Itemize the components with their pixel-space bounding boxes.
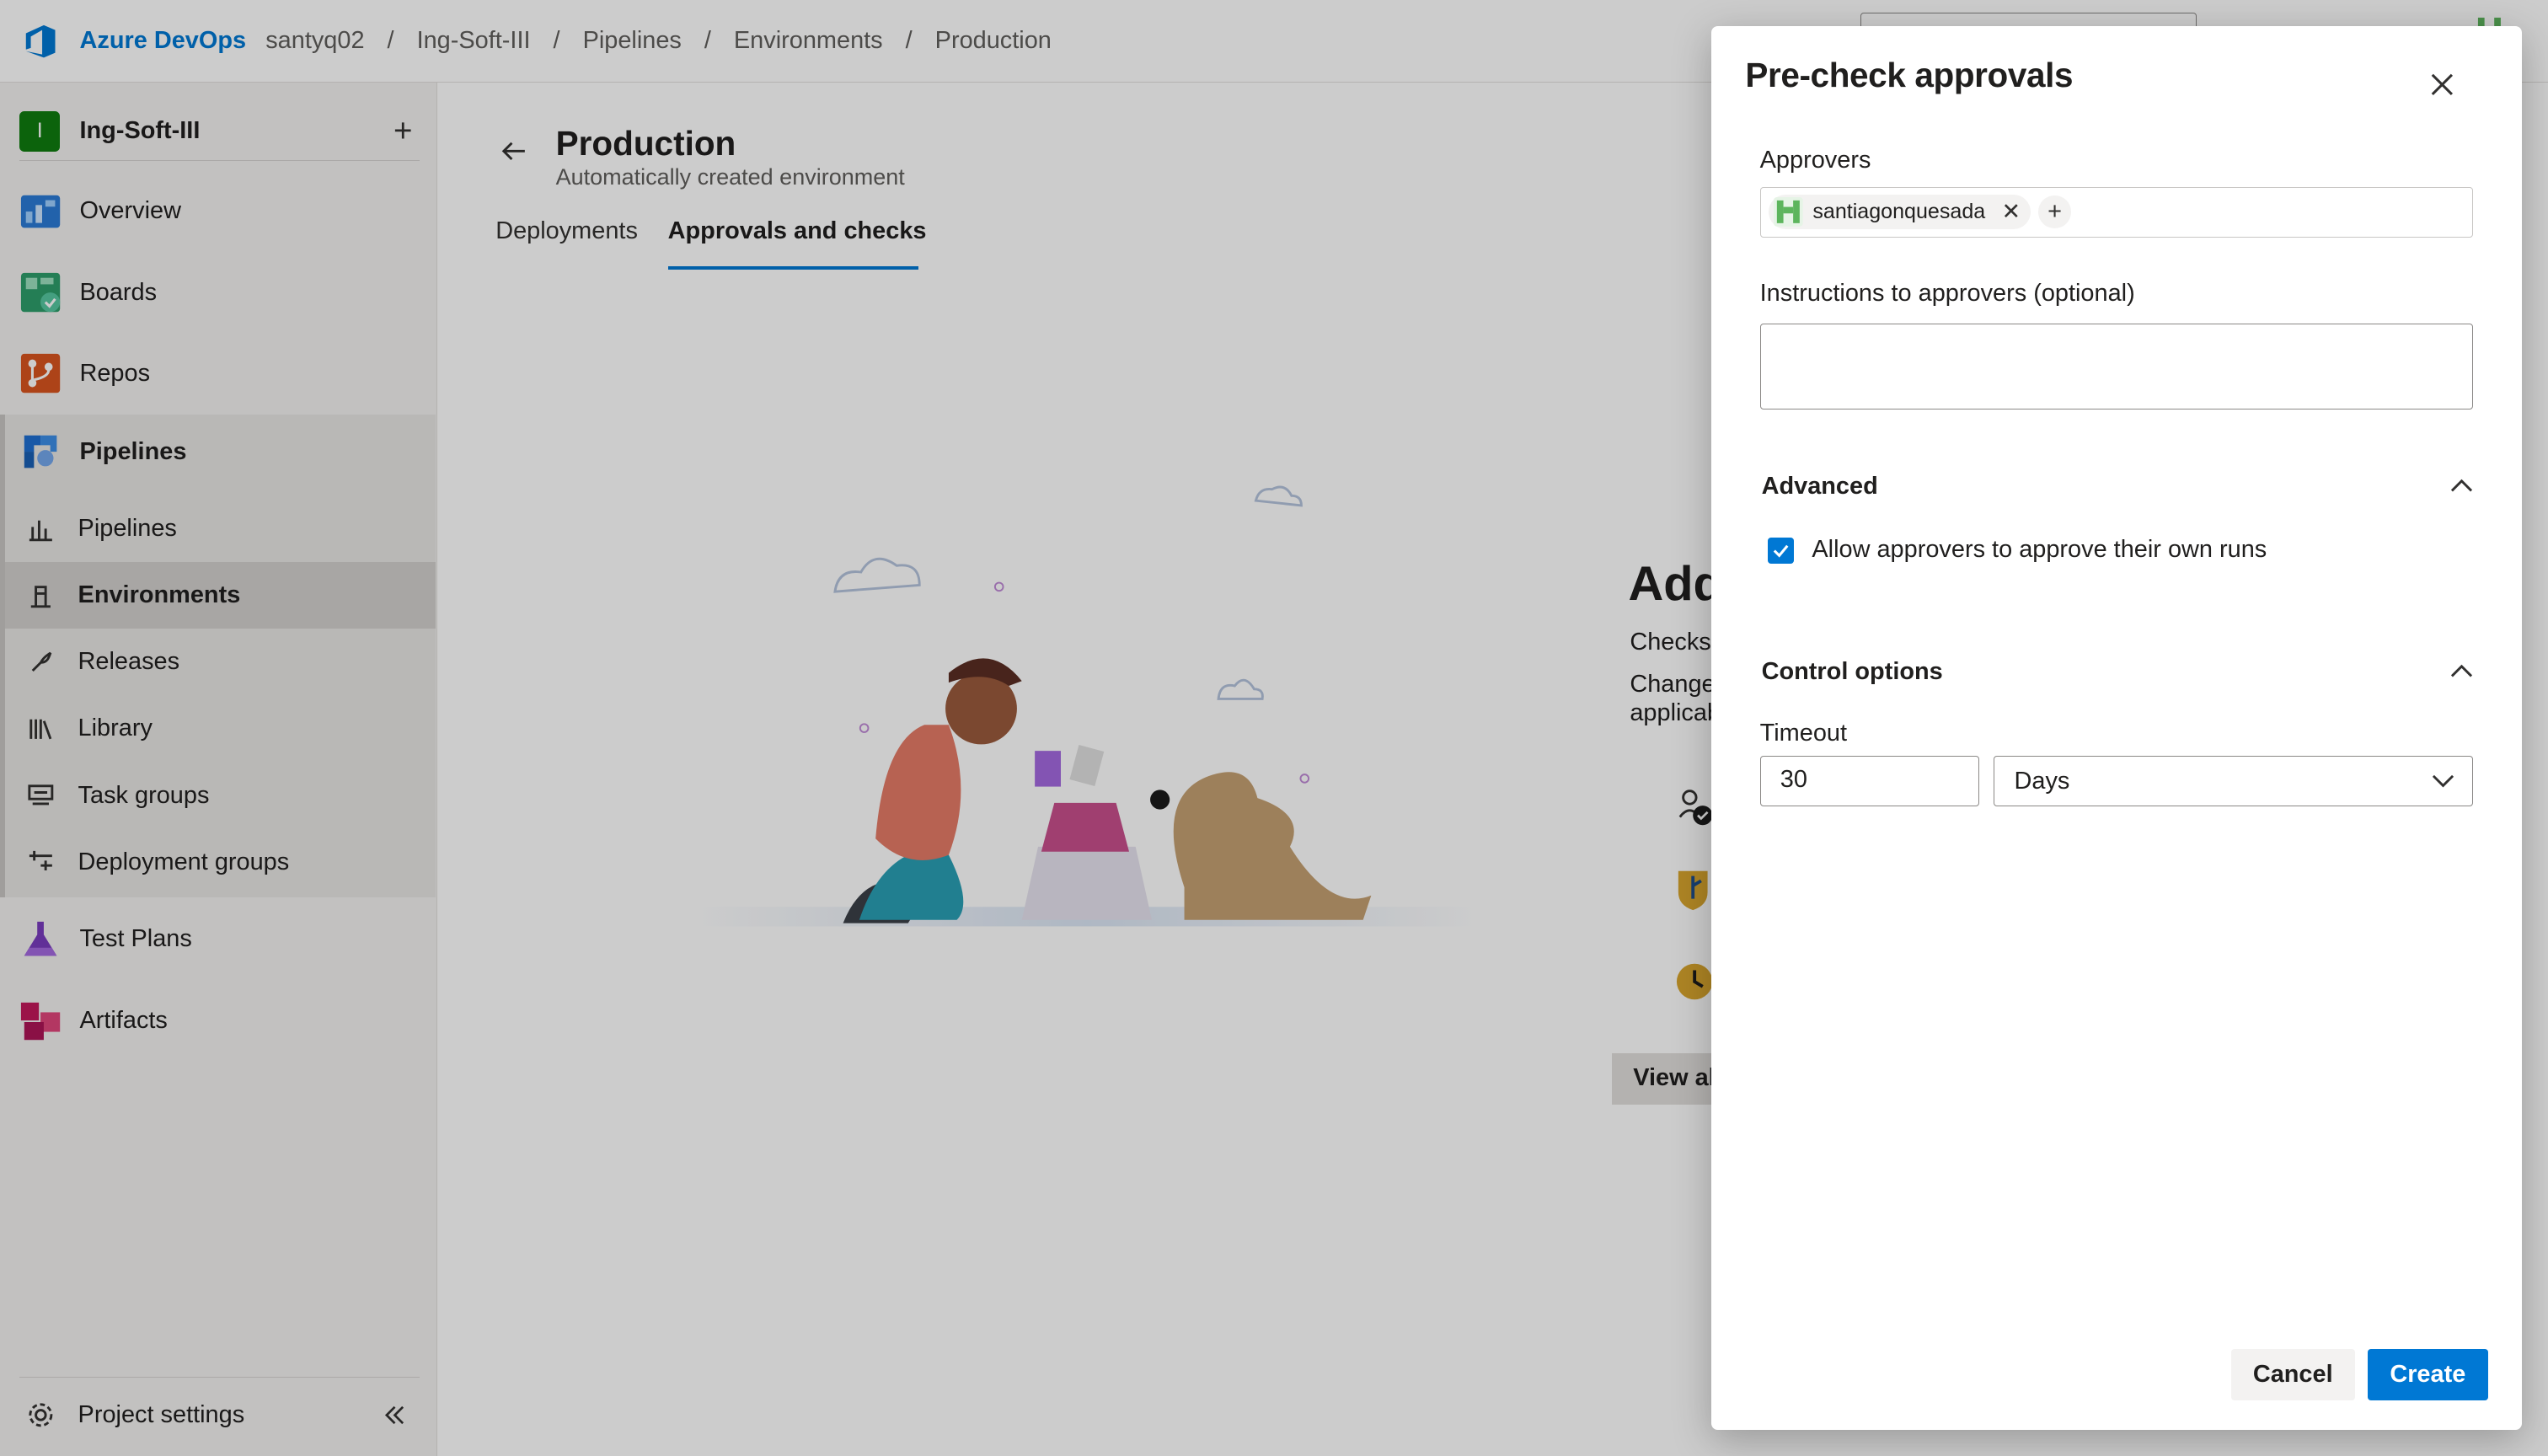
advanced-section-header[interactable]: Advanced (1762, 473, 1878, 500)
approver-avatar-icon (1774, 197, 1803, 227)
control-options-section-header[interactable]: Control options (1762, 658, 1943, 686)
chevron-up-icon[interactable] (2450, 663, 2473, 679)
approvers-picker[interactable]: santiagonquesada ✕ + (1759, 186, 2474, 238)
add-approver-button[interactable]: + (2038, 195, 2071, 228)
chevron-down-icon (2433, 774, 2454, 788)
instructions-textarea[interactable] (1759, 323, 2474, 410)
remove-approver-icon[interactable]: ✕ (2001, 199, 2021, 225)
timeout-unit-value: Days (2014, 768, 2070, 795)
allow-own-approval-label[interactable]: Allow approvers to approve their own run… (1812, 536, 2267, 564)
close-icon[interactable] (2428, 70, 2457, 99)
create-button[interactable]: Create (2367, 1348, 2488, 1401)
timeout-unit-dropdown[interactable]: Days (1994, 755, 2474, 806)
instructions-label: Instructions to approvers (optional) (1759, 279, 2135, 307)
allow-own-approval-checkbox[interactable] (1768, 538, 1795, 565)
timeout-label: Timeout (1759, 720, 1848, 747)
cancel-button[interactable]: Cancel (2230, 1348, 2355, 1401)
approver-name: santiagonquesada (1812, 200, 1986, 224)
chevron-up-icon[interactable] (2450, 478, 2473, 494)
checkmark-icon (1773, 544, 1789, 558)
timeout-input[interactable]: 30 (1759, 755, 1980, 806)
approver-pill[interactable]: santiagonquesada ✕ (1769, 195, 2031, 229)
screen: Azure DevOps santyq02 / Ing-Soft-III / P… (0, 0, 2548, 1456)
approvers-label: Approvers (1759, 146, 1871, 174)
pre-check-approvals-panel: Pre-check approvals Approvers santiagonq… (1710, 25, 2523, 1431)
panel-title: Pre-check approvals (1745, 55, 2074, 94)
